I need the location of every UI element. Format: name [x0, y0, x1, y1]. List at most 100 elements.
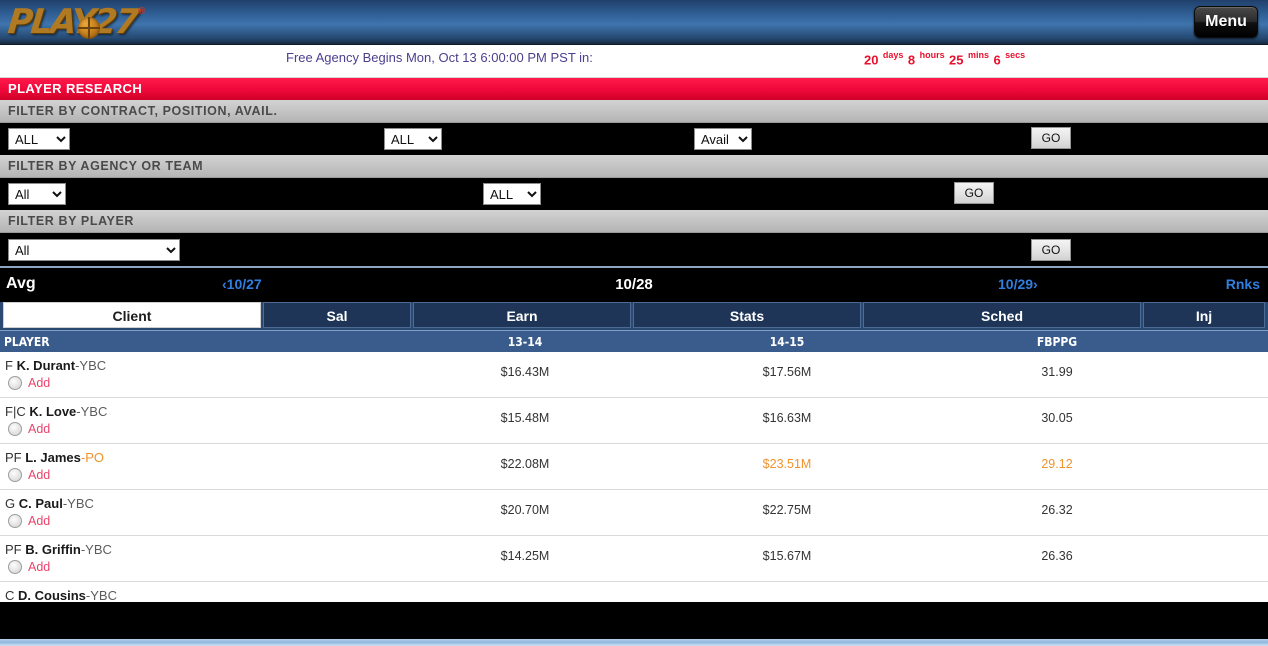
- add-link[interactable]: Add: [28, 376, 50, 390]
- player-full-name: L. James: [25, 450, 81, 465]
- table-row: F|C K. Love-YBC Add $15.48M $16.63M 30.05: [0, 398, 1268, 444]
- add-player-control[interactable]: Add: [8, 468, 50, 482]
- countdown-hours-unit: hours: [919, 50, 945, 60]
- cell-fbppg: 30.05: [1041, 411, 1073, 425]
- registered-mark-icon: ®: [138, 6, 146, 17]
- tab-earn[interactable]: Earn: [413, 302, 631, 328]
- add-link[interactable]: Add: [28, 514, 50, 528]
- cell-14-15: $22.75M: [762, 503, 812, 517]
- cell-13-14: $22.08M: [500, 457, 550, 471]
- tab-sal[interactable]: Sal: [263, 302, 411, 328]
- table-row: PF L. James-PO Add $22.08M $23.51M 29.12: [0, 444, 1268, 490]
- countdown-days-unit: days: [882, 50, 904, 60]
- table-column-headers: PLAYER 13-14 14-15 FBPPG: [0, 330, 1268, 352]
- tab-bar: Client Sal Earn Stats Sched Inj: [0, 302, 1268, 330]
- countdown-bar: Free Agency Begins Mon, Oct 13 6:00:00 P…: [0, 45, 1268, 78]
- ranks-link[interactable]: Rnks: [1226, 276, 1260, 292]
- agency-select[interactable]: All: [8, 183, 66, 205]
- column-header-14-15: 14-15: [769, 335, 805, 349]
- radio-button-icon[interactable]: [8, 422, 22, 436]
- countdown-secs-unit: secs: [1005, 50, 1026, 60]
- date-navigation-bar: Avg ‹10/27 10/28 10/29› Rnks: [0, 266, 1268, 302]
- add-link[interactable]: Add: [28, 468, 50, 482]
- team-select[interactable]: ALL: [483, 183, 541, 205]
- add-player-control[interactable]: Add: [8, 514, 50, 528]
- player-status-suffix: -YBC: [85, 588, 117, 602]
- brand-bar: PLAY27 ® Menu: [0, 0, 1268, 45]
- player-name: PF B. Griffin-YBC: [5, 542, 112, 557]
- position-select[interactable]: ALL: [384, 128, 442, 150]
- agency-go-button[interactable]: GO: [954, 182, 994, 204]
- countdown-days: 20: [864, 52, 879, 68]
- player-position: PF: [5, 450, 26, 465]
- radio-button-icon[interactable]: [8, 560, 22, 574]
- menu-button[interactable]: Menu: [1194, 6, 1258, 38]
- countdown-mins: 25: [949, 52, 964, 68]
- countdown-hours: 8: [907, 52, 916, 68]
- current-date-label: 10/28: [615, 276, 653, 293]
- player-status-suffix: -YBC: [76, 404, 108, 419]
- next-date-link[interactable]: 10/29›: [998, 276, 1038, 292]
- player-go-button[interactable]: GO: [1031, 239, 1071, 261]
- availability-select[interactable]: Avail: [694, 128, 752, 150]
- contract-go-button[interactable]: GO: [1031, 127, 1071, 149]
- player-name: F K. Durant-YBC: [5, 358, 106, 373]
- player-name: C D. Cousins-YBC: [5, 588, 117, 602]
- radio-button-icon[interactable]: [8, 468, 22, 482]
- player-name: F|C K. Love-YBC: [5, 404, 107, 419]
- cell-13-14: $20.70M: [500, 503, 550, 517]
- player-position: PF: [5, 542, 26, 557]
- player-full-name: K. Durant: [16, 358, 76, 373]
- player-status-suffix: -PO: [80, 450, 105, 465]
- basketball-icon: [78, 17, 100, 39]
- cell-fbppg: 26.36: [1041, 549, 1073, 563]
- tab-sched[interactable]: Sched: [863, 302, 1141, 328]
- cell-fbppg: 29.12: [1041, 457, 1073, 471]
- tab-stats[interactable]: Stats: [633, 302, 861, 328]
- radio-button-icon[interactable]: [8, 514, 22, 528]
- countdown-mins-unit: mins: [967, 50, 989, 60]
- add-player-control[interactable]: Add: [8, 560, 50, 574]
- player-full-name: C. Paul: [18, 496, 63, 511]
- filter-agency-heading: FILTER BY AGENCY OR TEAM: [0, 155, 1268, 178]
- countdown-secs: 6: [993, 52, 1001, 68]
- filter-contract-heading: FILTER BY CONTRACT, POSITION, AVAIL.: [0, 100, 1268, 123]
- cell-13-14: $14.25M: [500, 549, 550, 563]
- cell-14-15: $15.67M: [762, 549, 812, 563]
- cell-14-15: $23.51M: [762, 457, 812, 471]
- add-link[interactable]: Add: [28, 560, 50, 574]
- player-status-suffix: -YBC: [75, 358, 107, 373]
- player-list: F K. Durant-YBC Add $16.43M $17.56M 31.99 F|C…: [0, 352, 1268, 602]
- column-header-13-14: 13-14: [507, 335, 543, 349]
- player-full-name: K. Love: [29, 404, 77, 419]
- player-position: C: [5, 588, 18, 602]
- player-position: F|C: [5, 404, 30, 419]
- cell-fbppg: 26.32: [1041, 503, 1073, 517]
- radio-button-icon[interactable]: [8, 376, 22, 390]
- add-player-control[interactable]: Add: [8, 422, 50, 436]
- player-full-name: B. Griffin: [25, 542, 81, 557]
- filter-contract-row: ALL ALL Avail GO: [0, 123, 1268, 155]
- player-name: G C. Paul-YBC: [5, 496, 94, 511]
- contract-select[interactable]: ALL: [8, 128, 70, 150]
- player-status-suffix: -YBC: [62, 496, 94, 511]
- player-position: F: [5, 358, 17, 373]
- filter-agency-row: All ALL GO: [0, 178, 1268, 210]
- add-player-control[interactable]: Add: [8, 376, 50, 390]
- cell-fbppg: 31.99: [1041, 365, 1073, 379]
- table-row: G C. Paul-YBC Add $20.70M $22.75M 26.32: [0, 490, 1268, 536]
- filter-player-row: All GO: [0, 233, 1268, 266]
- cell-14-15: $17.56M: [762, 365, 812, 379]
- page-title: PLAYER RESEARCH: [0, 78, 1268, 100]
- tab-inj[interactable]: Inj: [1143, 302, 1265, 328]
- cell-13-14: $16.43M: [500, 365, 550, 379]
- cell-14-15: $16.63M: [762, 411, 812, 425]
- countdown-timer: 20 days 8 hours 25 mins 6 secs: [864, 50, 1025, 69]
- column-header-fbppg: FBPPG: [1036, 335, 1078, 349]
- table-row: PF B. Griffin-YBC Add $14.25M $15.67M 26.36: [0, 536, 1268, 582]
- tab-client[interactable]: Client: [3, 302, 261, 328]
- bottom-scroll-bar[interactable]: [0, 639, 1268, 646]
- player-select[interactable]: All: [8, 239, 180, 261]
- add-link[interactable]: Add: [28, 422, 50, 436]
- filter-player-heading: FILTER BY PLAYER: [0, 210, 1268, 233]
